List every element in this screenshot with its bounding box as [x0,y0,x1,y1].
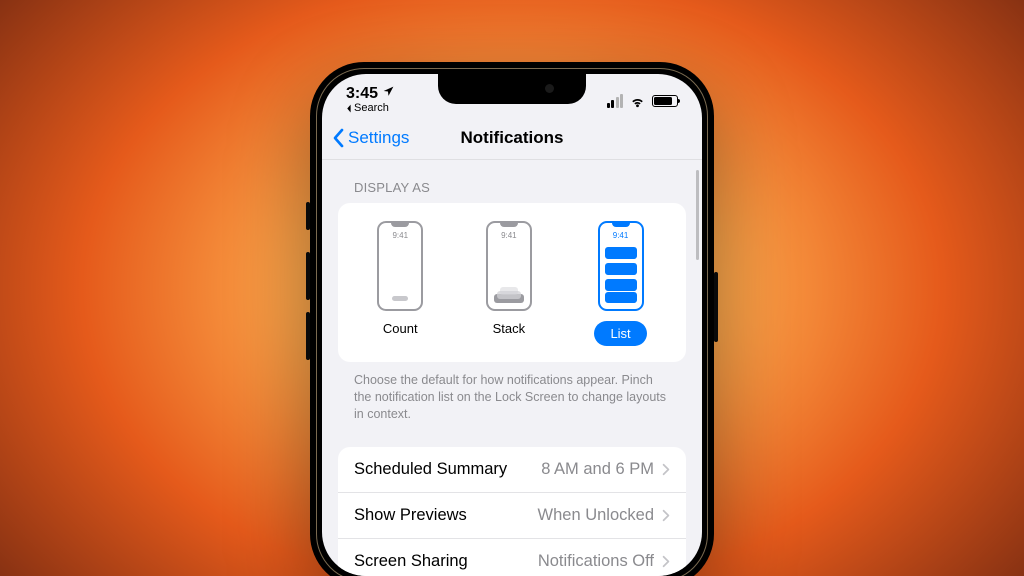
row-screen-sharing[interactable]: Screen Sharing Notifications Off [338,539,686,576]
cellular-signal-icon [607,94,624,108]
notch [438,74,586,104]
row-value: 8 AM and 6 PM [541,460,654,479]
settings-list-card: Scheduled Summary 8 AM and 6 PM Show Pre… [338,447,686,576]
status-back-to-app[interactable]: Search [346,103,389,114]
row-label: Scheduled Summary [354,460,507,479]
row-show-previews[interactable]: Show Previews When Unlocked [338,493,686,539]
nav-bar: Settings Notifications [322,116,702,160]
nav-back-button[interactable]: Settings [332,128,409,148]
stack-preview-icon: 9:41 [486,221,532,311]
content-scroll[interactable]: DISPLAY AS 9:41 Count 9:41 [322,160,702,576]
count-preview-icon: 9:41 [377,221,423,311]
display-option-list-label: List [594,321,646,346]
row-label: Show Previews [354,506,467,525]
display-option-stack-label: Stack [493,321,526,336]
display-option-count[interactable]: 9:41 Count [377,221,423,346]
chevron-right-icon [662,509,670,522]
row-label: Screen Sharing [354,552,468,571]
location-arrow-icon [382,85,395,102]
row-scheduled-summary[interactable]: Scheduled Summary 8 AM and 6 PM [338,447,686,493]
list-preview-icon: 9:41 [598,221,644,311]
status-time: 3:45 [346,86,378,102]
row-value: When Unlocked [538,506,654,525]
display-as-card: 9:41 Count 9:41 Stack [338,203,686,362]
mute-switch [306,202,310,230]
display-option-list[interactable]: 9:41 List [594,221,646,346]
chevron-right-icon [662,463,670,476]
section-footer-display-as: Choose the default for how notifications… [338,362,686,425]
battery-icon [652,95,678,107]
screen: 3:45 Search [322,74,702,576]
status-back-label: Search [354,103,389,114]
wifi-icon [629,95,646,107]
display-option-stack[interactable]: 9:41 Stack [486,221,532,346]
phone-frame: 3:45 Search [310,62,714,576]
row-value: Notifications Off [538,552,654,571]
nav-title: Notifications [461,128,564,148]
section-header-display-as: DISPLAY AS [338,160,686,203]
display-option-count-label: Count [383,321,418,336]
volume-down-button [306,312,310,360]
chevron-right-icon [662,555,670,568]
power-button [714,272,718,342]
volume-up-button [306,252,310,300]
chevron-left-icon [332,128,346,148]
nav-back-label: Settings [348,128,409,148]
